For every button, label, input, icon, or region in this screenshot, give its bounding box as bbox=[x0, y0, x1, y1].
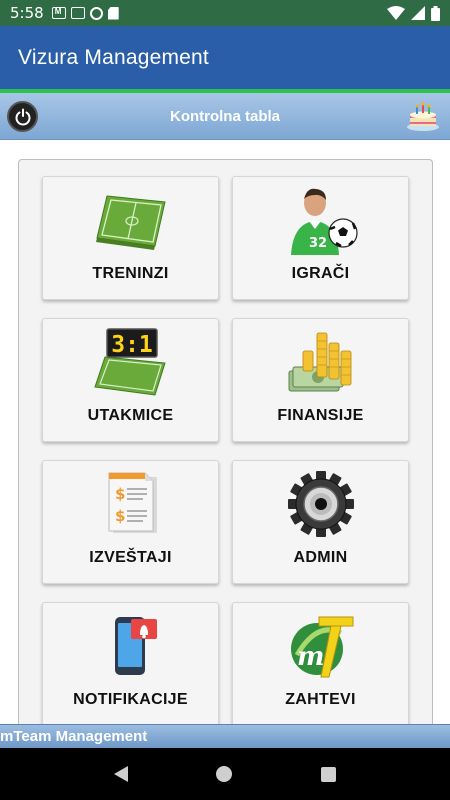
sd-card-icon bbox=[107, 6, 119, 20]
tile-label: NOTIFIKACIJE bbox=[73, 691, 188, 708]
dashboard-header: Kontrolna tabla bbox=[0, 93, 450, 140]
home-icon[interactable] bbox=[216, 766, 233, 782]
gear-icon bbox=[287, 471, 354, 537]
tile-label: ZAHTEVI bbox=[285, 691, 356, 708]
tile-label: IZVEŠTAJI bbox=[89, 549, 172, 566]
dashboard-grid: TRENINZI 32 IGRAČI 3:1 UTAKMICE FINANSIJ… bbox=[18, 159, 433, 739]
tile-label: IGRAČI bbox=[291, 265, 350, 282]
app-title: Vizura Management bbox=[18, 45, 209, 69]
tile-label: ADMIN bbox=[293, 549, 348, 566]
tile-finansije[interactable]: FINANSIJE bbox=[232, 318, 409, 442]
money-icon bbox=[288, 332, 351, 392]
power-button[interactable] bbox=[7, 101, 38, 132]
soccer-field-icon bbox=[95, 195, 166, 250]
tile-label: TRENINZI bbox=[92, 265, 169, 282]
battery-icon bbox=[431, 5, 440, 21]
gmail-icon bbox=[51, 7, 66, 19]
tile-admin[interactable]: ADMIN bbox=[232, 460, 409, 584]
player-number: 32 bbox=[309, 236, 327, 251]
report-icon: $ $ bbox=[108, 472, 157, 533]
scoreboard-icon: 3:1 bbox=[93, 328, 166, 396]
svg-text:m: m bbox=[297, 642, 325, 672]
cake-icon[interactable] bbox=[406, 99, 440, 133]
svg-text:$: $ bbox=[115, 507, 125, 525]
tile-zahtevi[interactable]: m ZAHTEVI bbox=[232, 602, 409, 726]
dashboard-title: Kontrolna tabla bbox=[169, 107, 280, 125]
tile-igraci[interactable]: 32 IGRAČI bbox=[232, 176, 409, 300]
tile-label: UTAKMICE bbox=[87, 407, 174, 424]
svg-text:$: $ bbox=[115, 485, 125, 503]
footer-banner: mTeam Management bbox=[0, 724, 450, 748]
tile-izvestaji[interactable]: $ $ IZVEŠTAJI bbox=[42, 460, 219, 584]
player-icon: 32 bbox=[290, 188, 358, 255]
wifi-icon bbox=[387, 6, 405, 20]
tile-utakmice[interactable]: 3:1 UTAKMICE bbox=[42, 318, 219, 442]
mteam-logo-icon: m bbox=[290, 616, 353, 678]
tile-notifikacije[interactable]: NOTIFIKACIJE bbox=[42, 602, 219, 726]
status-time: 5:58 bbox=[10, 4, 44, 22]
status-bar: 5:58 bbox=[0, 0, 450, 26]
power-icon bbox=[15, 108, 30, 125]
sync-icon bbox=[89, 6, 103, 20]
app-bar: Vizura Management bbox=[0, 26, 450, 89]
score-text: 3:1 bbox=[111, 332, 153, 358]
footer-banner-text: mTeam Management bbox=[0, 728, 148, 745]
image-icon bbox=[70, 7, 85, 19]
recent-apps-icon[interactable] bbox=[320, 766, 336, 782]
signal-icon bbox=[411, 6, 425, 20]
notification-icon bbox=[114, 617, 157, 675]
navigation-bar bbox=[0, 748, 450, 800]
tile-treninzi[interactable]: TRENINZI bbox=[42, 176, 219, 300]
back-icon[interactable] bbox=[114, 766, 129, 782]
tile-label: FINANSIJE bbox=[277, 407, 364, 424]
